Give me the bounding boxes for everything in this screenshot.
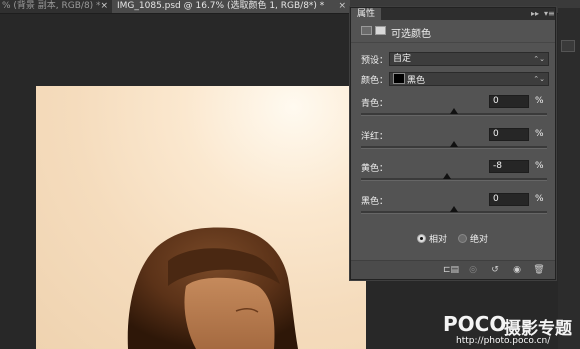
portrait-photo-image [127, 227, 298, 349]
panel-title-bar: 属性 ▸▸ ▾≡ [351, 8, 555, 20]
magenta-value-input[interactable]: 0 [489, 128, 529, 141]
yellow-value-input[interactable]: -8 [489, 160, 529, 173]
preset-label: 预设： [361, 56, 389, 66]
clip-icon[interactable]: ⊏▤ [443, 265, 459, 275]
close-icon[interactable]: × [100, 0, 108, 13]
black-value-input[interactable]: 0 [489, 193, 529, 206]
adjustment-title: 可选颜色 [391, 29, 431, 40]
relative-radio[interactable]: 相对 [417, 234, 447, 246]
adjustment-layer-icon [361, 26, 372, 35]
yellow-slider-thumb[interactable] [442, 173, 451, 179]
relative-label: 相对 [429, 235, 448, 245]
trash-icon[interactable]: 🗑 [533, 265, 545, 275]
document-canvas-photo[interactable] [36, 86, 366, 349]
preset-select[interactable]: 自定 ⌃⌄ [389, 52, 549, 66]
percent-unit: % [535, 194, 544, 204]
document-tab-label: % (背景 副本, RGB/8) * [2, 1, 101, 11]
watermark-brand: POCO [443, 312, 507, 336]
watermark-url: http://photo.poco.cn/ [456, 336, 551, 346]
colors-row: 颜色： 黑色 ⌃⌄ [351, 72, 555, 88]
cyan-value-input[interactable]: 0 [489, 95, 529, 108]
black-slider-thumb[interactable] [450, 206, 458, 212]
magenta-slider-group: 洋红： 0 % [351, 128, 555, 161]
radio-unselected-icon [458, 234, 467, 243]
document-tab-background-copy[interactable]: % (背景 副本, RGB/8) * × [0, 0, 112, 13]
absolute-label: 绝对 [470, 235, 489, 245]
adjustment-header: 可选颜色 [351, 20, 555, 43]
percent-unit: % [535, 96, 544, 106]
properties-tab[interactable]: 属性 [351, 8, 382, 20]
close-icon[interactable]: × [338, 0, 346, 13]
poco-watermark: POCO 摄影专题 http://photo.poco.cn/ [432, 312, 580, 349]
panel-dock-strip [558, 8, 580, 349]
percent-unit: % [535, 129, 544, 139]
visibility-preview-icon[interactable]: ◎ [467, 265, 479, 275]
document-tab-label: IMG_1085.psd @ 16.7% (选取颜色 1, RGB/8*) * [117, 1, 325, 11]
color-swatch [393, 73, 405, 84]
preset-value: 自定 [393, 54, 412, 64]
select-arrows-icon: ⌃⌄ [533, 75, 545, 83]
properties-panel: 属性 ▸▸ ▾≡ 可选颜色 预设： 自定 ⌃⌄ 颜色： 黑色 ⌃⌄ 青色： 0 … [350, 7, 556, 280]
magenta-slider-thumb[interactable] [450, 141, 458, 147]
panel-footer: ⊏▤ ◎ ↺ ◉ 🗑 [351, 260, 555, 279]
radio-selected-icon [417, 234, 426, 243]
cyan-label: 青色： [361, 99, 389, 109]
panel-menu-icon[interactable]: ▾≡ [544, 8, 555, 20]
eye-icon[interactable]: ◉ [511, 265, 523, 275]
layer-mask-icon[interactable] [375, 26, 386, 35]
black-label: 黑色： [361, 197, 389, 207]
yellow-slider-group: 黄色： -8 % [351, 160, 555, 193]
colors-value: 黑色 [407, 76, 426, 86]
black-slider-group: 黑色： 0 % [351, 193, 555, 226]
select-arrows-icon: ⌃⌄ [533, 55, 545, 63]
collapse-icon[interactable]: ▸▸ [531, 8, 539, 20]
magenta-label: 洋红： [361, 132, 389, 142]
reset-icon[interactable]: ↺ [489, 265, 501, 275]
colors-select[interactable]: 黑色 ⌃⌄ [389, 72, 549, 86]
absolute-radio[interactable]: 绝对 [458, 234, 488, 246]
percent-unit: % [535, 161, 544, 171]
cyan-slider-group: 青色： 0 % [351, 95, 555, 128]
cyan-slider-thumb[interactable] [450, 108, 458, 114]
method-radio-group: 相对 绝对 [351, 234, 555, 248]
preset-row: 预设： 自定 ⌃⌄ [351, 52, 555, 68]
document-tab-img1085[interactable]: IMG_1085.psd @ 16.7% (选取颜色 1, RGB/8*) * … [112, 0, 350, 13]
yellow-label: 黄色： [361, 164, 389, 174]
yellow-slider-track[interactable] [361, 178, 547, 181]
history-panel-icon[interactable] [561, 40, 575, 52]
colors-label: 颜色： [361, 76, 389, 86]
